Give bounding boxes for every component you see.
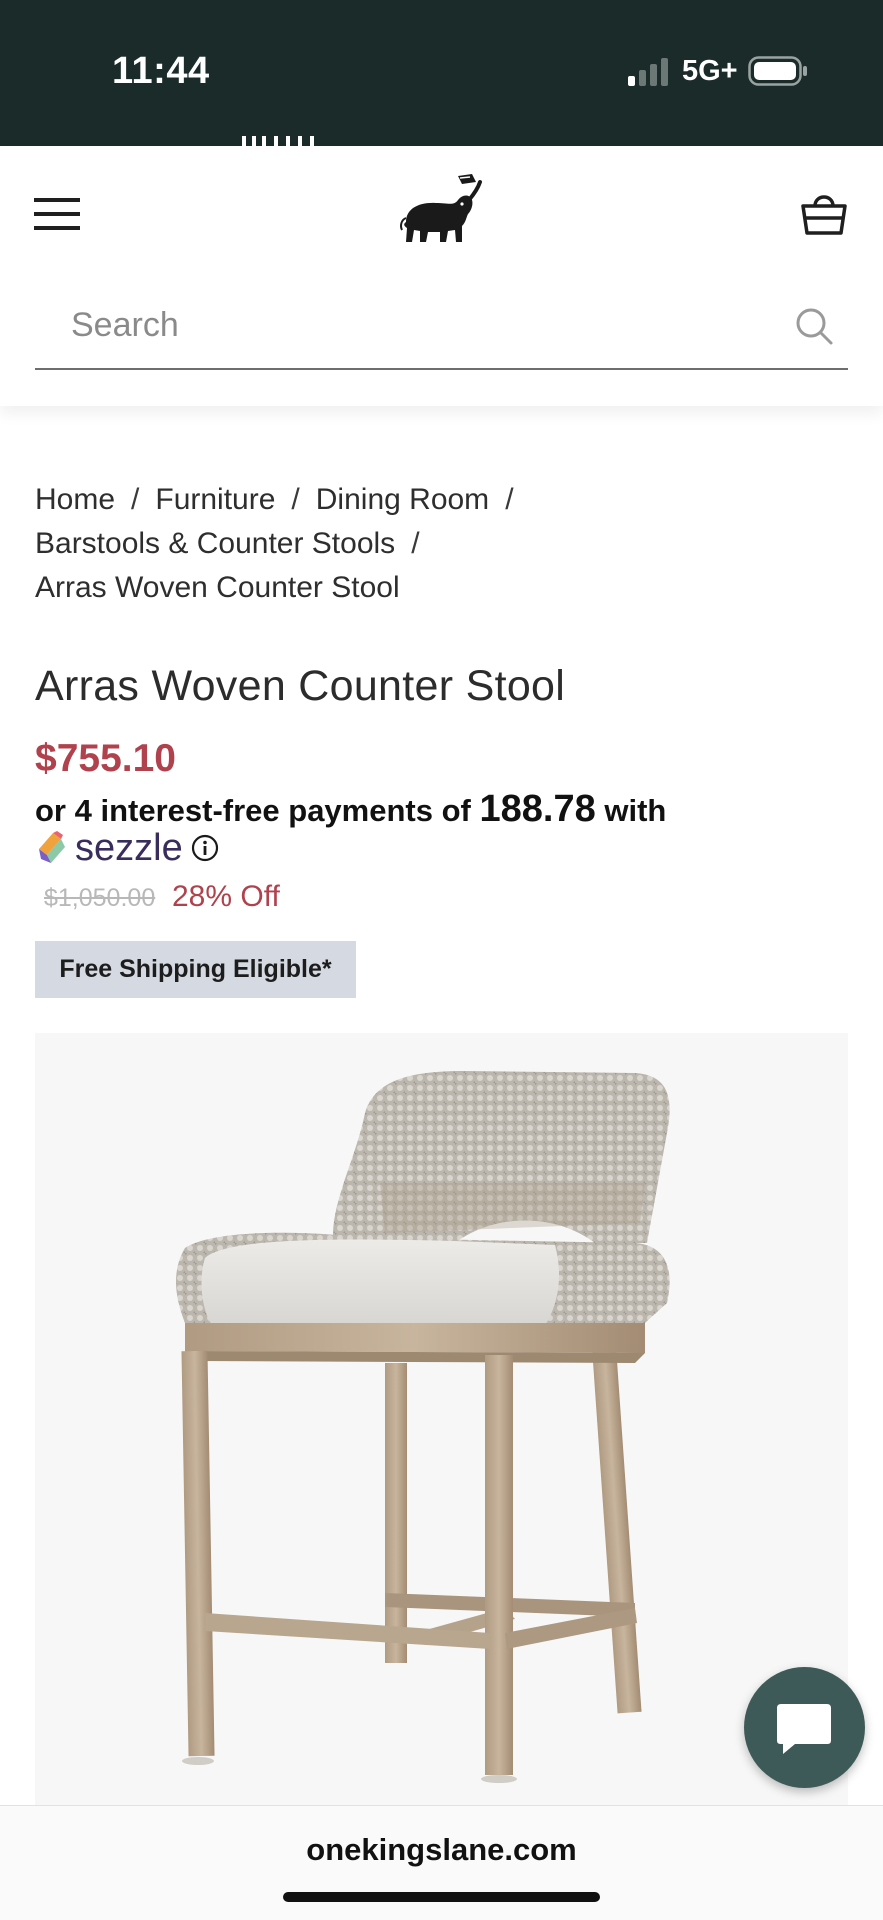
breadcrumb-separator: / <box>411 527 420 560</box>
sezzle-wordmark: sezzle <box>75 826 183 869</box>
breadcrumb-separator: / <box>291 483 300 516</box>
breadcrumb-separator: / <box>505 483 514 516</box>
breadcrumb-separator: / <box>131 483 140 516</box>
status-time: 11:44 <box>112 50 210 92</box>
site-header <box>0 146 883 406</box>
breadcrumb-dining-room[interactable]: Dining Room <box>316 483 489 516</box>
product-image[interactable] <box>35 1033 848 1805</box>
search-input[interactable] <box>71 300 771 350</box>
elephant-logo-icon[interactable] <box>396 170 486 250</box>
cellular-signal-icon <box>628 58 668 86</box>
search-icon[interactable] <box>794 306 834 346</box>
info-icon[interactable] <box>191 834 219 862</box>
breadcrumb-barstools[interactable]: Barstools & Counter Stools <box>35 527 395 560</box>
sezzle-brand[interactable]: sezzle <box>35 826 219 870</box>
browser-url-bar[interactable]: onekingslane.com <box>0 1805 883 1920</box>
product-title: Arras Woven Counter Stool <box>35 662 566 710</box>
installment-prefix: or 4 interest-free payments of <box>35 793 471 828</box>
breadcrumb-furniture[interactable]: Furniture <box>155 483 275 516</box>
search-bar <box>35 286 848 370</box>
url-text[interactable]: onekingslane.com <box>0 1832 883 1868</box>
battery-icon <box>748 56 807 86</box>
network-type: 5G+ <box>682 55 738 87</box>
original-price: $1,050.00 <box>44 884 156 912</box>
sezzle-logo-icon <box>39 831 65 863</box>
free-shipping-badge: Free Shipping Eligible* <box>35 941 356 998</box>
status-bar: 11:44 5G+ <box>0 0 883 146</box>
chat-button[interactable] <box>744 1667 865 1788</box>
discount-label: 28% Off <box>172 880 280 913</box>
shopping-basket-icon[interactable] <box>800 186 848 238</box>
installment-amount: 188.78 <box>479 788 596 830</box>
installment-suffix: with <box>604 793 667 828</box>
home-indicator[interactable] <box>283 1892 600 1902</box>
breadcrumb: Home / Furniture / Dining Room / Barstools & … <box>35 478 835 610</box>
breadcrumb-home[interactable]: Home <box>35 483 115 516</box>
counter-stool-illustration <box>176 1071 670 1783</box>
breadcrumb-current-product[interactable]: Arras Woven Counter Stool <box>35 571 400 604</box>
sale-price: $755.10 <box>35 737 176 780</box>
chat-bubble-icon <box>777 1704 831 1754</box>
hamburger-menu-icon[interactable] <box>34 196 80 232</box>
scrolled-content-peek <box>242 136 314 146</box>
